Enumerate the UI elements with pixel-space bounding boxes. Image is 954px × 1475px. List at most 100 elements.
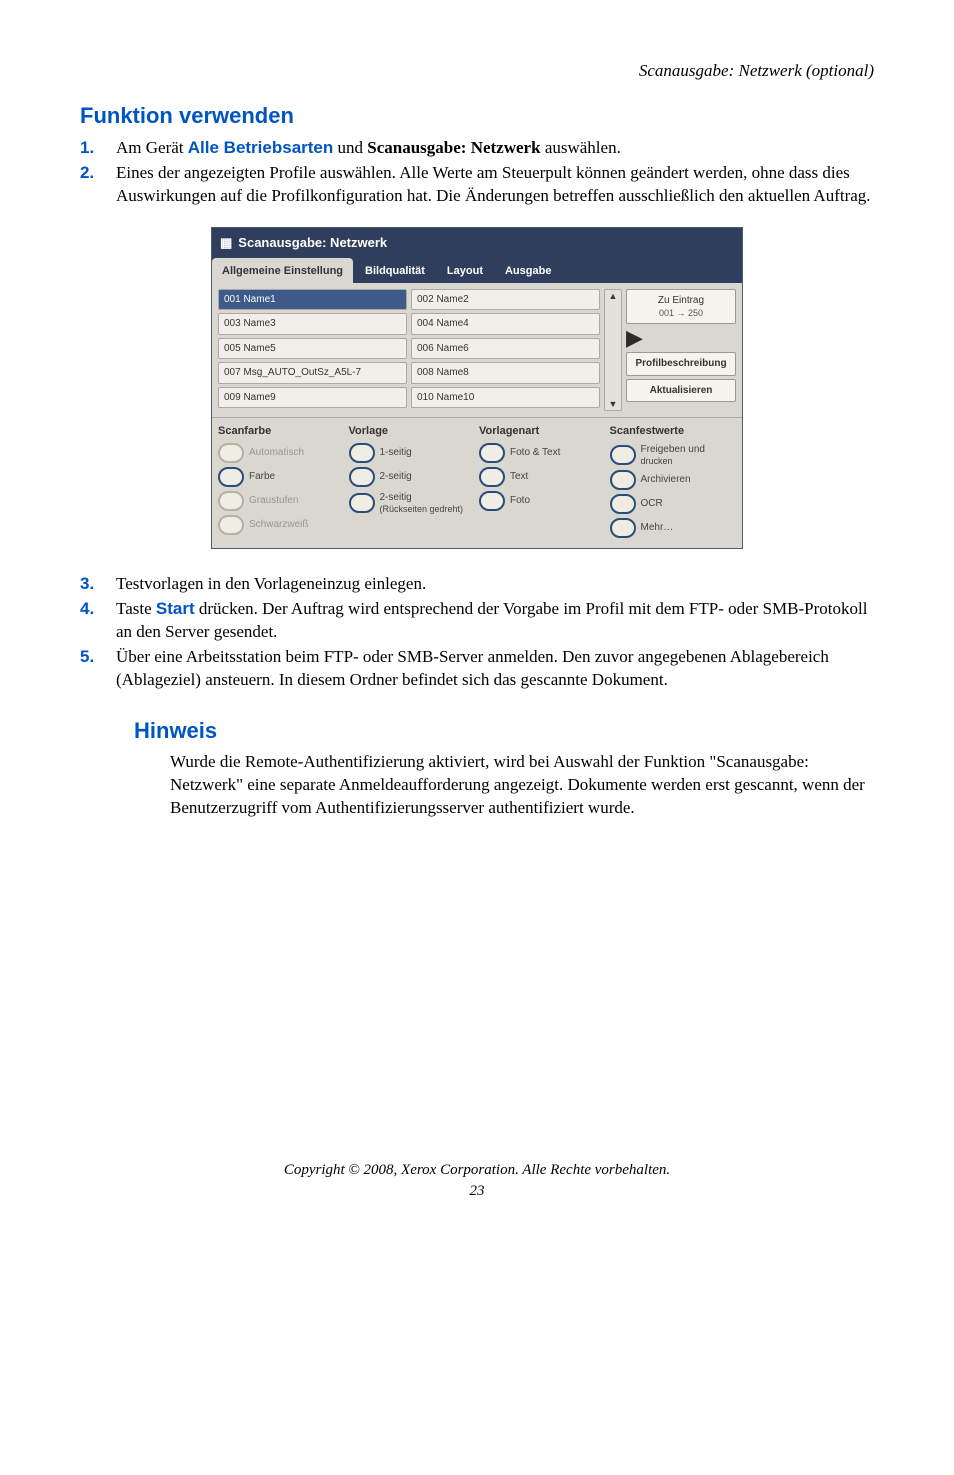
opt-label: 2-seitig(Rückseiten gedreht) — [380, 491, 464, 514]
opt-label: Schwarzweiß — [249, 518, 308, 532]
step-1: 1. Am Gerät Alle Betriebsarten und Scana… — [80, 137, 874, 160]
text: auswählen. — [541, 138, 621, 157]
profile-scrollbar[interactable]: ▲ ▼ — [604, 289, 622, 412]
col-scanfarbe: Scanfarbe Automatisch Farbe Graustufen S… — [218, 424, 345, 542]
knob-icon — [218, 491, 244, 511]
opt-text[interactable]: Text — [479, 467, 606, 487]
opt-label: Farbe — [249, 470, 275, 484]
opt-label: OCR — [641, 497, 663, 511]
knob-icon — [610, 470, 636, 490]
section-heading: Funktion verwenden — [80, 101, 874, 131]
scroll-up-icon[interactable]: ▲ — [609, 290, 618, 302]
step-4: 4. Taste Start drücken. Der Auftrag wird… — [80, 598, 874, 644]
knob-icon — [349, 467, 375, 487]
ordered-steps: 1. Am Gerät Alle Betriebsarten und Scana… — [80, 137, 874, 208]
step-text: Über eine Arbeitsstation beim FTP- oder … — [116, 646, 874, 692]
tab-bildqualitaet[interactable]: Bildqualität — [355, 258, 435, 283]
opt-mehr[interactable]: Mehr… — [610, 518, 737, 538]
opt-ocr[interactable]: OCR — [610, 494, 737, 514]
col-title: Scanfarbe — [218, 424, 345, 439]
btn-label: Zu Eintrag — [658, 295, 704, 306]
opt-label: 2-seitig — [380, 470, 412, 484]
refresh-button[interactable]: Aktualisieren — [626, 379, 736, 403]
step-5: 5. Über eine Arbeitsstation beim FTP- od… — [80, 646, 874, 692]
text: Am Gerät — [116, 138, 188, 157]
panel-title: Scanausgabe: Netzwerk — [238, 234, 387, 252]
text: Taste — [116, 599, 156, 618]
opt-archivieren[interactable]: Archivieren — [610, 470, 737, 490]
opt-1seitig[interactable]: 1-seitig — [349, 443, 476, 463]
knob-icon — [479, 467, 505, 487]
link-start[interactable]: Start — [156, 599, 195, 618]
opt-label: Foto & Text — [510, 446, 560, 460]
device-panel-screenshot: ▦ Scanausgabe: Netzwerk Allgemeine Einst… — [211, 227, 743, 549]
opt-farbe[interactable]: Farbe — [218, 467, 345, 487]
tab-layout[interactable]: Layout — [437, 258, 493, 283]
knob-icon — [218, 467, 244, 487]
knob-icon — [218, 443, 244, 463]
play-icon[interactable]: ▶ — [626, 327, 736, 349]
profile-list: 001 Name1002 Name2 003 Name3004 Name4 00… — [218, 289, 600, 412]
text: drücken. Der Auftrag wird entsprechend d… — [116, 599, 867, 641]
profile-item-003[interactable]: 003 Name3 — [218, 313, 407, 335]
profile-item-004[interactable]: 004 Name4 — [411, 313, 600, 335]
profile-item-010[interactable]: 010 Name10 — [411, 387, 600, 409]
goto-entry-button[interactable]: Zu Eintrag 001 → 250 — [626, 289, 736, 325]
step-text: Testvorlagen in den Vorlageneinzug einle… — [116, 573, 874, 596]
copyright-footer: Copyright © 2008, Xerox Corporation. All… — [80, 1160, 874, 1180]
profile-description-button[interactable]: Profilbeschreibung — [626, 352, 736, 376]
panel-bottom-columns: Scanfarbe Automatisch Farbe Graustufen S… — [212, 417, 742, 548]
knob-icon — [479, 491, 505, 511]
text: und — [333, 138, 367, 157]
bold-text: Scanausgabe: Netzwerk — [367, 138, 540, 157]
profile-item-005[interactable]: 005 Name5 — [218, 338, 407, 360]
col-scanfestwerte: Scanfestwerte Freigeben unddrucken Archi… — [610, 424, 737, 542]
profile-item-001[interactable]: 001 Name1 — [218, 289, 407, 311]
knob-icon — [610, 518, 636, 538]
panel-icon: ▦ — [220, 234, 232, 252]
opt-foto-text[interactable]: Foto & Text — [479, 443, 606, 463]
opt-label: Graustufen — [249, 494, 298, 508]
panel-side-buttons: Zu Eintrag 001 → 250 ▶ Profilbeschreibun… — [626, 289, 736, 412]
btn-sublabel: 001 → 250 — [632, 307, 730, 319]
opt-schwarzweiss[interactable]: Schwarzweiß — [218, 515, 345, 535]
opt-label: Mehr… — [641, 521, 674, 535]
col-title: Vorlage — [349, 424, 476, 439]
note-block: Hinweis Wurde die Remote-Authentifizieru… — [134, 716, 874, 821]
opt-foto[interactable]: Foto — [479, 491, 606, 511]
link-alle-betriebsarten[interactable]: Alle Betriebsarten — [188, 138, 334, 157]
col-title: Vorlagenart — [479, 424, 606, 439]
tab-allgemeine[interactable]: Allgemeine Einstellung — [212, 258, 353, 283]
opt-freigeben-drucken[interactable]: Freigeben unddrucken — [610, 443, 737, 466]
ordered-steps-cont: 3. Testvorlagen in den Vorlageneinzug ei… — [80, 573, 874, 692]
page-number: 23 — [80, 1181, 874, 1201]
opt-label: Foto — [510, 494, 530, 508]
step-marker: 1. — [80, 137, 116, 160]
opt-automatisch[interactable]: Automatisch — [218, 443, 345, 463]
profile-item-006[interactable]: 006 Name6 — [411, 338, 600, 360]
knob-icon — [610, 445, 636, 465]
knob-icon — [349, 443, 375, 463]
opt-graustufen[interactable]: Graustufen — [218, 491, 345, 511]
opt-label: Automatisch — [249, 446, 304, 460]
step-marker: 4. — [80, 598, 116, 621]
profile-item-002[interactable]: 002 Name2 — [411, 289, 600, 311]
page-header: Scanausgabe: Netzwerk (optional) — [80, 60, 874, 83]
panel-titlebar: ▦ Scanausgabe: Netzwerk — [212, 228, 742, 258]
opt-2seitig-gedreht[interactable]: 2-seitig(Rückseiten gedreht) — [349, 491, 476, 514]
scroll-down-icon[interactable]: ▼ — [609, 398, 618, 410]
panel-top-area: 001 Name1002 Name2 003 Name3004 Name4 00… — [212, 283, 742, 418]
knob-icon — [349, 493, 375, 513]
step-marker: 3. — [80, 573, 116, 596]
col-title: Scanfestwerte — [610, 424, 737, 439]
opt-2seitig[interactable]: 2-seitig — [349, 467, 476, 487]
profile-item-007[interactable]: 007 Msg_AUTO_OutSz_A5L-7 — [218, 362, 407, 384]
opt-label: 1-seitig — [380, 446, 412, 460]
knob-icon — [479, 443, 505, 463]
knob-icon — [218, 515, 244, 535]
tab-ausgabe[interactable]: Ausgabe — [495, 258, 561, 283]
profile-item-009[interactable]: 009 Name9 — [218, 387, 407, 409]
profile-item-008[interactable]: 008 Name8 — [411, 362, 600, 384]
step-marker: 5. — [80, 646, 116, 669]
step-text: Eines der angezeigten Profile auswählen.… — [116, 162, 874, 208]
